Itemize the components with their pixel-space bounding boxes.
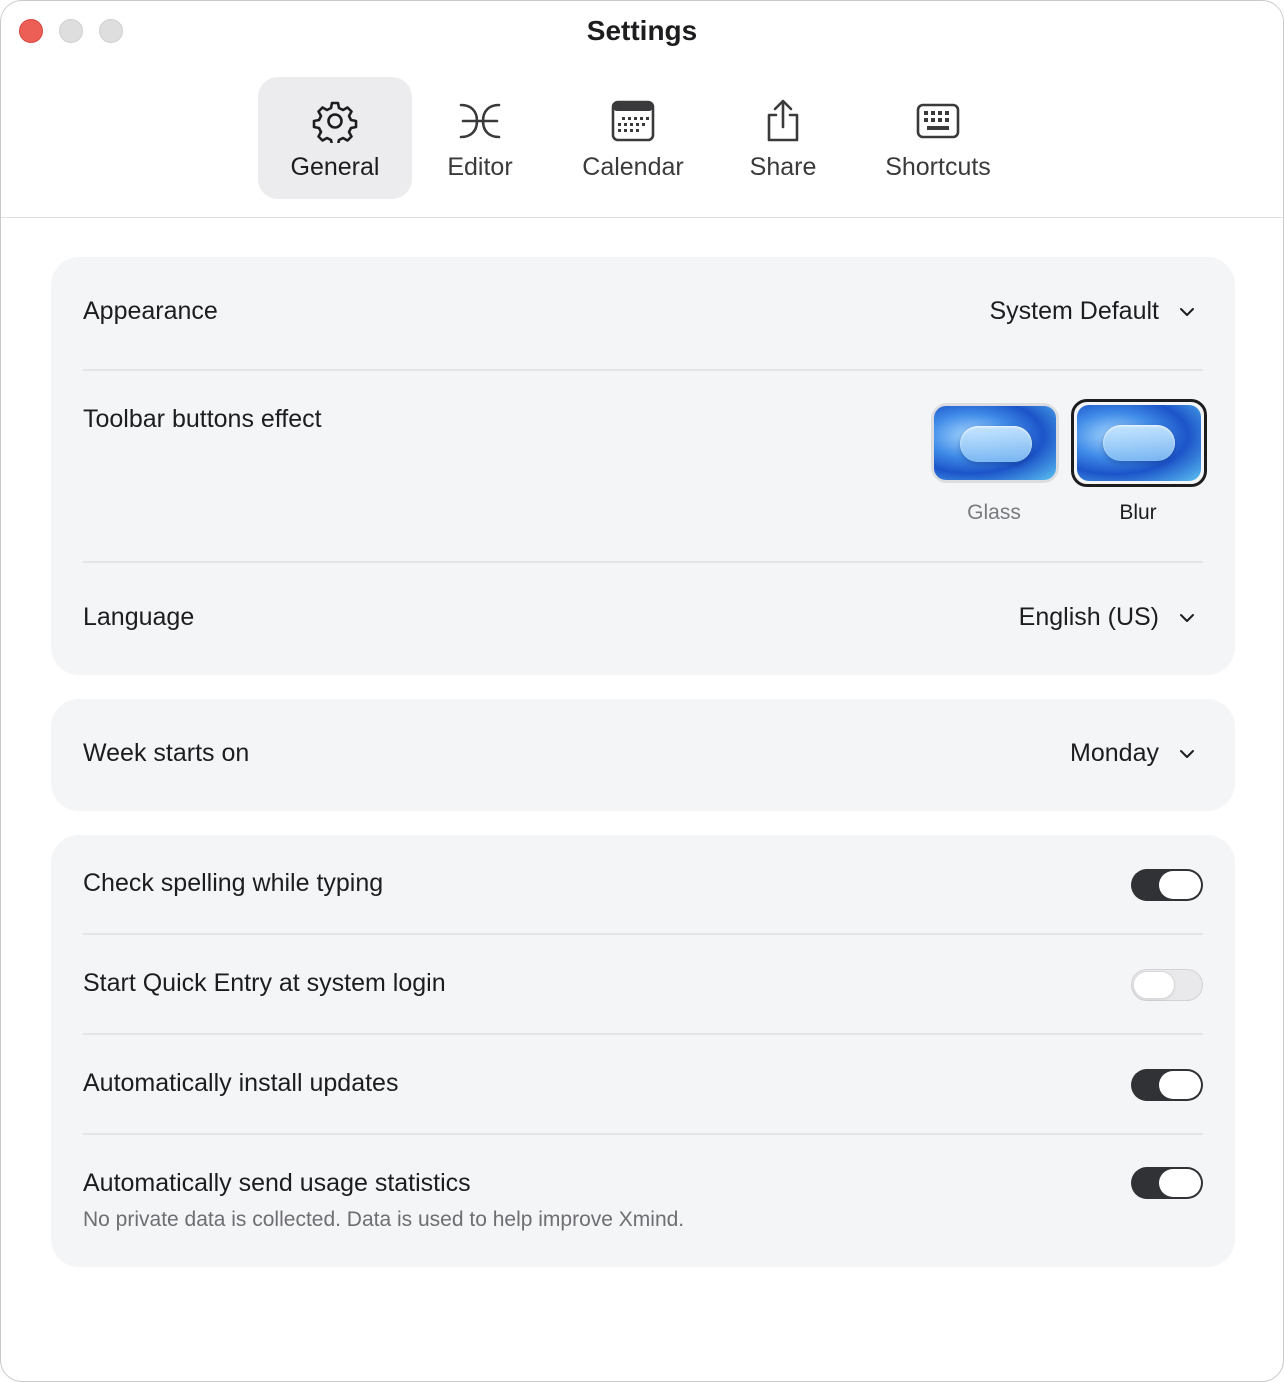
auto-updates-toggle[interactable] (1131, 1069, 1203, 1101)
toggle-knob (1159, 1071, 1201, 1099)
blur-effect-option[interactable] (1071, 399, 1207, 487)
chevron-down-icon (1180, 307, 1194, 316)
toggle-knob (1159, 1169, 1201, 1197)
appearance-value: System Default (989, 297, 1159, 325)
appearance-label: Appearance (83, 297, 218, 325)
week-start-row: Week starts on Monday (83, 737, 1203, 773)
toggle-row-statistics: Automatically send usage statistics No p… (83, 1167, 1203, 1239)
settings-tabs: General Editor Calendar Share Shortcuts (1, 77, 1283, 199)
tab-general-label: General (290, 153, 380, 181)
spelling-toggle[interactable] (1131, 869, 1203, 901)
toggle-row-quick-entry: Start Quick Entry at system login (83, 967, 1203, 1003)
calendar-settings-card: Week starts on Monday (51, 699, 1235, 811)
chevron-down-icon (1180, 749, 1194, 758)
tab-general[interactable]: General (258, 77, 412, 199)
divider (83, 1133, 1203, 1135)
chevron-down-icon (1180, 613, 1194, 622)
tab-shortcuts[interactable]: Shortcuts (865, 77, 1011, 199)
toggle-row-spelling: Check spelling while typing (83, 867, 1203, 903)
quick-entry-toggle[interactable] (1131, 969, 1203, 1001)
window-title: Settings (586, 15, 698, 46)
usage-statistics-toggle[interactable] (1131, 1167, 1203, 1199)
keyboard-icon (916, 103, 960, 139)
tab-share-label: Share (749, 153, 817, 181)
quick-entry-label: Start Quick Entry at system login (83, 969, 446, 997)
language-row: Language English (US) (83, 601, 1203, 637)
glass-effect-preview (934, 406, 1056, 480)
tab-shortcuts-label: Shortcuts (885, 153, 991, 181)
divider (83, 1033, 1203, 1035)
divider (83, 561, 1203, 563)
usage-statistics-label: Automatically send usage statistics (83, 1169, 471, 1197)
preferences-card: Check spelling while typing Start Quick … (51, 835, 1235, 1267)
gear-icon (312, 101, 358, 143)
appearance-row: Appearance System Default (83, 295, 1203, 331)
tab-calendar-label: Calendar (582, 153, 684, 181)
toolbar-effect-label: Toolbar buttons effect (83, 405, 322, 433)
toggle-knob (1133, 971, 1175, 999)
glass-pill (960, 426, 1032, 462)
blur-pill (1103, 425, 1175, 461)
auto-updates-label: Automatically install updates (83, 1069, 399, 1097)
editor-icon (459, 103, 501, 139)
tab-editor-label: Editor (447, 153, 513, 181)
tab-editor[interactable]: Editor (421, 77, 539, 199)
divider (83, 933, 1203, 935)
blur-option-label: Blur (1119, 501, 1157, 524)
week-start-value: Monday (1070, 739, 1159, 767)
week-start-label: Week starts on (83, 739, 250, 767)
glass-effect-option[interactable] (931, 403, 1059, 483)
usage-statistics-note: No private data is collected. Data is us… (83, 1208, 685, 1231)
tab-calendar[interactable]: Calendar (567, 77, 699, 199)
calendar-icon (611, 100, 655, 142)
appearance-dropdown[interactable]: System Default (989, 297, 1203, 326)
glass-option-label: Glass (967, 501, 1021, 524)
title-bar: Settings General Editor Calendar Share S… (1, 1, 1283, 218)
tab-share[interactable]: Share (731, 77, 835, 199)
language-label: Language (83, 603, 195, 631)
share-icon (767, 99, 799, 142)
spelling-label: Check spelling while typing (83, 869, 384, 897)
blur-effect-preview (1077, 405, 1201, 481)
divider (83, 369, 1203, 371)
general-settings-card: Appearance System Default Toolbar button… (51, 257, 1235, 675)
toggle-knob (1159, 871, 1201, 899)
settings-window: Settings General Editor Calendar Share S… (0, 0, 1284, 1382)
week-start-dropdown[interactable]: Monday (1070, 739, 1203, 768)
language-dropdown[interactable]: English (US) (1019, 603, 1203, 632)
toggle-row-updates: Automatically install updates (83, 1067, 1203, 1103)
language-value: English (US) (1018, 603, 1159, 631)
